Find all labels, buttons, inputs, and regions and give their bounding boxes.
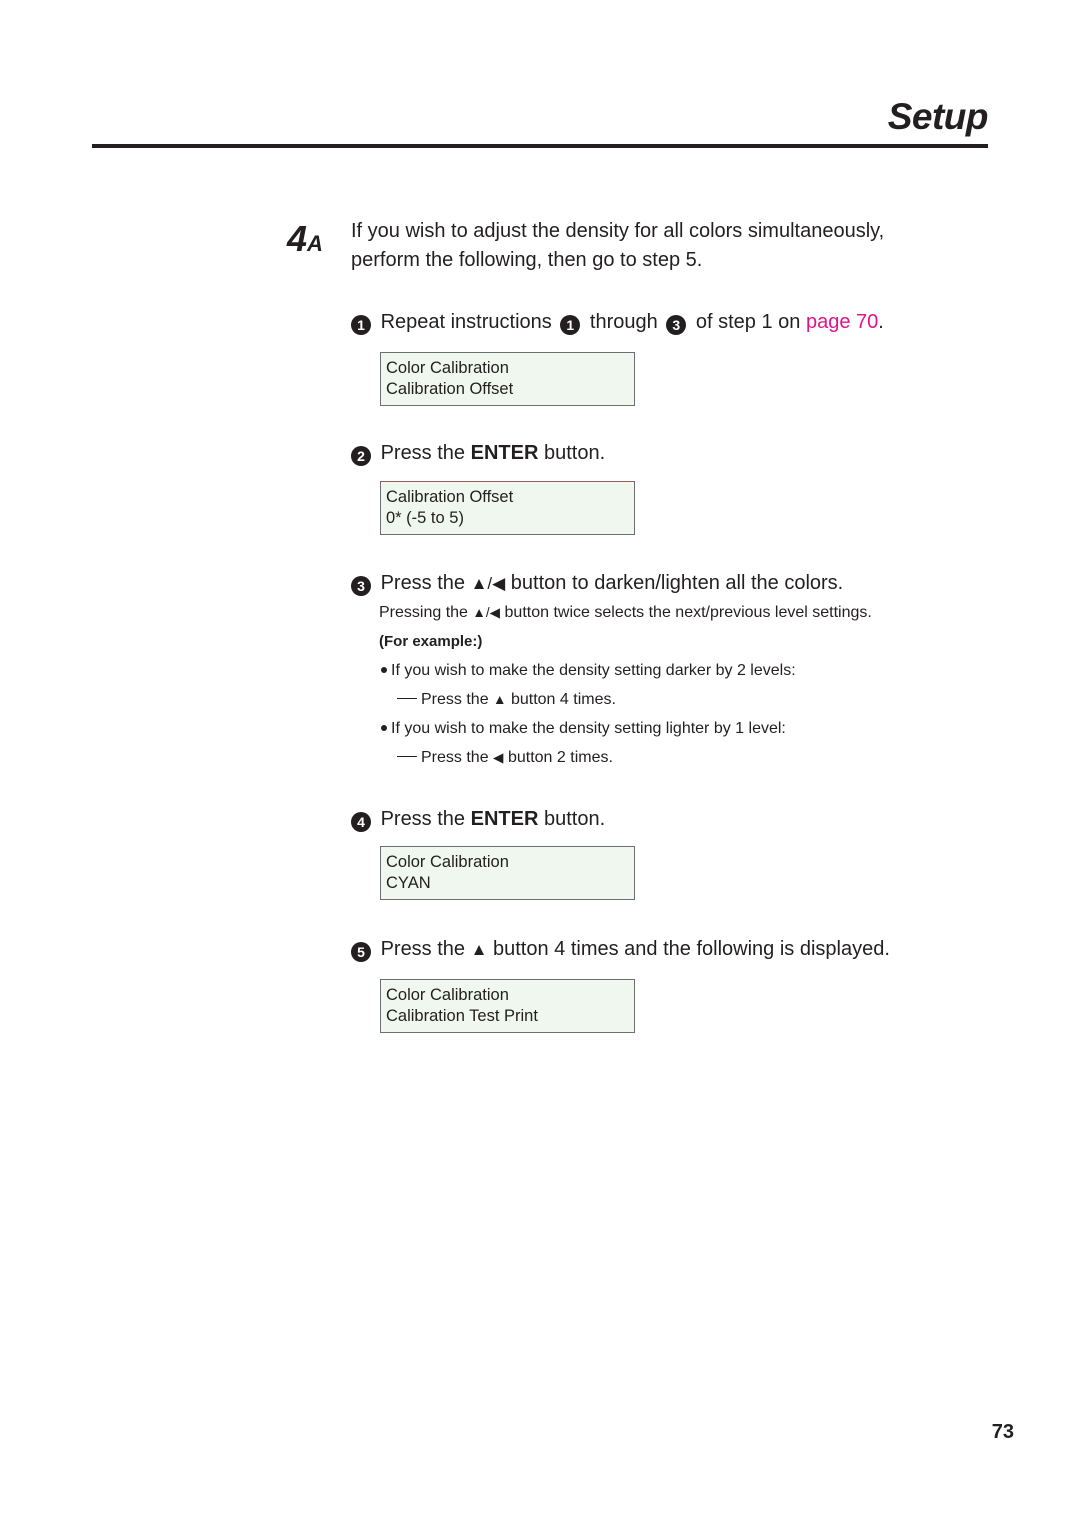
example-label: (For example:) (379, 633, 483, 650)
section-title: Setup (887, 96, 989, 137)
enter-key-label: ENTER (470, 808, 539, 830)
instruction-text: button to darken/lighten all the colors. (510, 572, 844, 594)
example-bullet-1: If you wish to make the density setting … (381, 661, 796, 681)
up-arrow-icon: ▲ (493, 692, 507, 707)
instruction-text: Press the (380, 572, 466, 594)
instruction-1: 1 Repeat instructions 1 through 3 of ste… (351, 309, 884, 335)
step-intro: If you wish to adjust the density for al… (351, 217, 971, 275)
lcd-display-3: Color Calibration CYAN (380, 846, 635, 900)
example-action-1: Press the ▲ button 4 times. (397, 690, 616, 710)
instruction-text: Press the (380, 808, 466, 830)
lcd-line-2: 0* (-5 to 5) (386, 508, 464, 527)
note-text: Pressing the (379, 604, 468, 621)
circled-number-2-icon: 2 (351, 446, 371, 466)
action-text: Press the (421, 691, 489, 708)
note-text: button twice selects the next/previous l… (504, 604, 872, 621)
instruction-text: button. (543, 442, 606, 464)
action-text: Press the (421, 749, 489, 766)
circled-number-3-icon: 3 (351, 576, 371, 596)
instruction-text: Repeat instructions (380, 311, 552, 333)
instruction-3-note: Pressing the ▲/◀ button twice selects th… (379, 603, 872, 623)
example-action-2: Press the ◀ button 2 times. (397, 748, 613, 768)
instruction-text: of step 1 on (695, 311, 801, 333)
instruction-5: 5 Press the ▲ button 4 times and the fol… (351, 936, 890, 963)
circled-number-5-icon: 5 (351, 942, 371, 962)
action-text: button 2 times. (507, 749, 613, 766)
up-arrow-icon: ▲ (470, 940, 488, 959)
dash-divider (397, 756, 417, 757)
circled-number-1-icon: 1 (560, 315, 581, 335)
header-divider (92, 144, 988, 148)
lcd-line-2: Calibration Test Print (386, 1006, 538, 1025)
circled-number-1-icon: 1 (351, 315, 371, 335)
enter-key-label: ENTER (470, 442, 539, 464)
lcd-line-1: Color Calibration (386, 359, 509, 377)
instruction-text: button. (543, 808, 606, 830)
circled-number-3-icon: 3 (666, 315, 687, 335)
action-text: button 4 times. (510, 691, 616, 708)
instruction-3: 3 Press the ▲/◀ button to darken/lighten… (351, 570, 843, 597)
instruction-4: 4 Press the ENTER button. (351, 806, 605, 832)
instruction-text: through (589, 311, 658, 333)
instruction-text: . (878, 311, 884, 333)
lcd-display-4: Color Calibration Calibration Test Print (380, 979, 635, 1033)
instruction-2: 2 Press the ENTER button. (351, 440, 605, 466)
instruction-text: button 4 times and the following is disp… (493, 938, 890, 960)
step-number: 4A (287, 218, 323, 260)
up-left-arrow-icon: ▲/◀ (472, 605, 501, 620)
left-arrow-icon: ◀ (493, 750, 504, 765)
lcd-display-2: Calibration Offset 0* (-5 to 5) (380, 481, 635, 535)
instruction-text: Press the (380, 938, 466, 960)
intro-line-1: If you wish to adjust the density for al… (351, 220, 885, 242)
lcd-line-1: Calibration Offset (386, 488, 514, 506)
page-number: 73 (991, 1421, 1014, 1443)
step-number-digit: 4 (287, 218, 308, 259)
page-link[interactable]: page 70 (806, 311, 878, 333)
lcd-display-1: Color Calibration Calibration Offset (380, 352, 635, 406)
lcd-line-2: Calibration Offset (386, 379, 514, 398)
lcd-line-2: CYAN (386, 873, 431, 892)
lcd-line-1: Color Calibration (386, 853, 509, 871)
intro-line-2: perform the following, then go to step 5… (351, 249, 703, 271)
circled-number-4-icon: 4 (351, 812, 371, 832)
dash-divider (397, 698, 417, 699)
step-number-suffix: A (307, 231, 323, 256)
lcd-line-1: Color Calibration (386, 986, 509, 1004)
instruction-text: Press the (380, 442, 466, 464)
example-bullet-2: If you wish to make the density setting … (381, 719, 786, 739)
up-left-arrow-icon: ▲/◀ (470, 574, 506, 593)
